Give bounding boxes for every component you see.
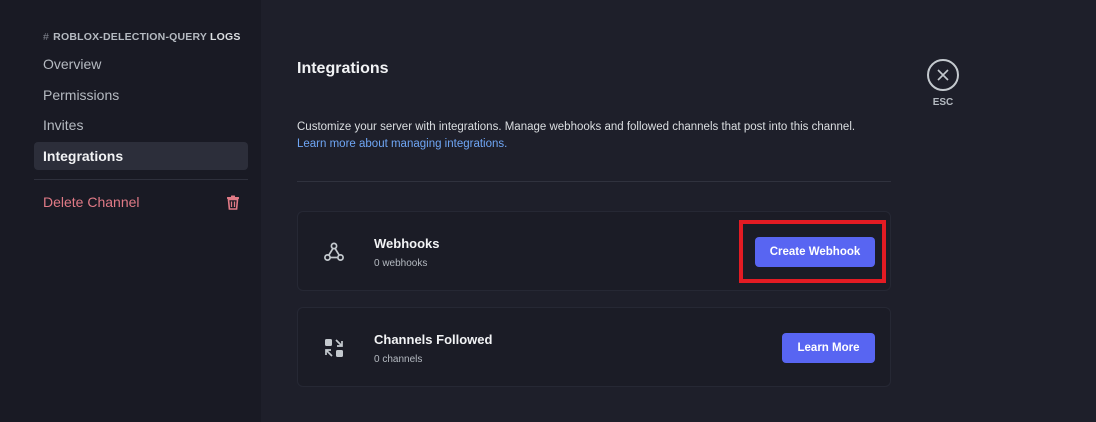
sidebar-item-invites[interactable]: Invites xyxy=(34,111,248,139)
learn-more-integrations-link[interactable]: Learn more about managing integrations. xyxy=(297,136,897,153)
close-settings: ESC xyxy=(927,59,959,108)
delete-channel-button[interactable]: Delete Channel xyxy=(34,188,248,216)
page-title: Integrations xyxy=(297,60,389,77)
close-button[interactable] xyxy=(927,59,959,91)
learn-more-button[interactable]: Learn More xyxy=(782,333,875,363)
sidebar-item-label: Overview xyxy=(43,56,102,72)
webhooks-title: Webhooks xyxy=(374,236,440,251)
channels-followed-icon xyxy=(325,339,343,357)
channels-followed-card: Channels Followed 0 channels Learn More xyxy=(297,307,891,387)
settings-sidebar: # ROBLOX-DELECTION-QUERY LOGS Overview P… xyxy=(0,0,261,422)
channel-name: ROBLOX-DELECTION-QUERY xyxy=(53,31,207,43)
integrations-panel: Integrations Customize your server with … xyxy=(261,0,1096,422)
sidebar-item-label: Integrations xyxy=(43,148,124,164)
hash-icon: # xyxy=(43,31,50,43)
sidebar-item-label: Invites xyxy=(43,117,84,133)
esc-label: ESC xyxy=(932,97,954,108)
description-text: Customize your server with integrations.… xyxy=(297,121,856,133)
sidebar-item-integrations[interactable]: Integrations xyxy=(34,142,248,170)
webhooks-count: 0 webhooks xyxy=(374,258,428,269)
sidebar-item-permissions[interactable]: Permissions xyxy=(34,81,248,109)
webhook-icon xyxy=(324,242,344,261)
content-divider xyxy=(297,181,891,182)
sidebar-channel-header: # ROBLOX-DELECTION-QUERY LOGS xyxy=(43,31,241,43)
sidebar-item-overview[interactable]: Overview xyxy=(34,50,248,78)
trash-icon xyxy=(227,195,239,210)
delete-channel-label: Delete Channel xyxy=(43,194,140,210)
sidebar-item-label: Permissions xyxy=(43,87,120,103)
page-description: Customize your server with integrations.… xyxy=(297,119,897,153)
channel-name-suffix: LOGS xyxy=(210,31,241,43)
close-icon xyxy=(937,69,949,81)
channels-followed-title: Channels Followed xyxy=(374,332,493,347)
sidebar-divider xyxy=(34,179,248,180)
highlight-annotation xyxy=(739,220,886,283)
channels-followed-count: 0 channels xyxy=(374,354,423,365)
